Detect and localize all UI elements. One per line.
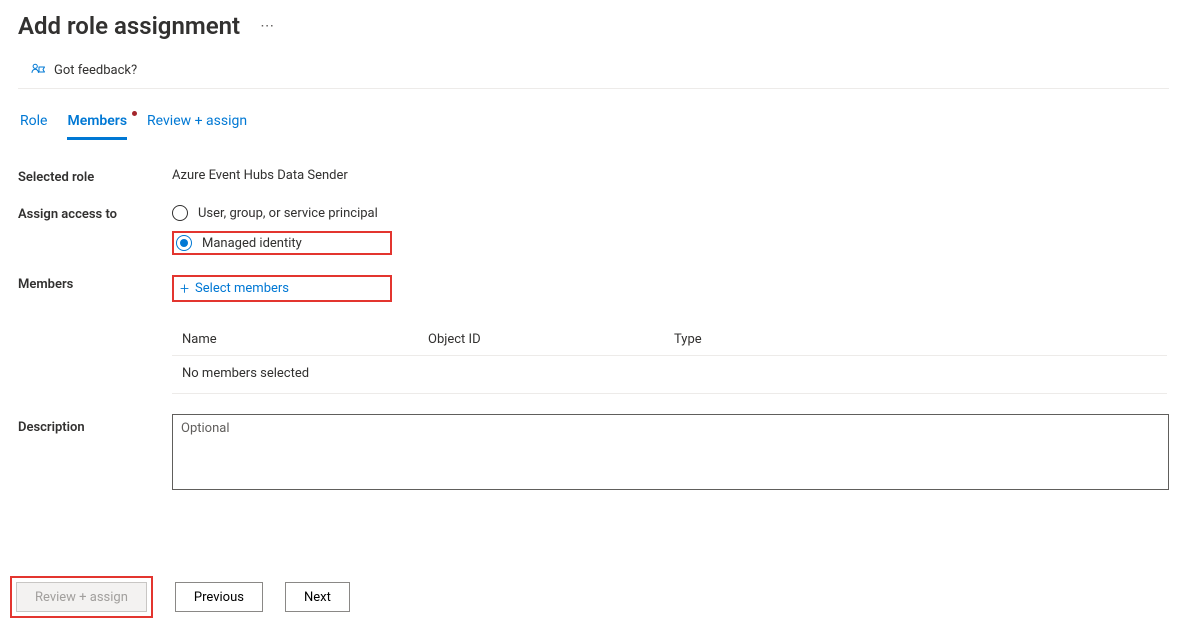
plus-icon: +: [180, 282, 189, 296]
select-members-highlight: + Select members: [172, 275, 392, 302]
radio-user-label: User, group, or service principal: [198, 206, 378, 221]
selected-role-value: Azure Event Hubs Data Sender: [172, 168, 1169, 183]
assign-access-radio-group: User, group, or service principal Manage…: [172, 205, 1169, 255]
selected-role-label: Selected role: [18, 168, 172, 185]
title-bar: Add role assignment ⋯: [18, 0, 1187, 54]
feedback-label: Got feedback?: [54, 63, 137, 78]
col-object-id: Object ID: [428, 332, 674, 347]
radio-identity-label: Managed identity: [202, 236, 302, 251]
radio-checked-icon: [176, 235, 192, 251]
feedback-link[interactable]: Got feedback?: [18, 54, 1169, 89]
members-empty-row: No members selected: [172, 356, 1167, 394]
radio-user-group-principal[interactable]: User, group, or service principal: [172, 205, 1169, 221]
radio-managed-identity-highlight: Managed identity: [172, 231, 392, 255]
select-members-link[interactable]: Select members: [195, 281, 289, 296]
next-button[interactable]: Next: [285, 582, 350, 612]
tab-members[interactable]: Members: [67, 113, 127, 140]
previous-button[interactable]: Previous: [175, 582, 263, 612]
col-name: Name: [182, 332, 428, 347]
review-assign-button[interactable]: Review + assign: [16, 582, 147, 612]
members-table: Name Object ID Type No members selected: [172, 332, 1167, 394]
tab-role[interactable]: Role: [20, 113, 47, 140]
assign-access-label: Assign access to: [18, 205, 172, 222]
radio-managed-identity[interactable]: Managed identity: [176, 235, 386, 251]
description-label: Description: [18, 414, 172, 490]
feedback-icon: [30, 62, 46, 78]
tabs: Role Members Review + assign: [18, 113, 1187, 140]
footer-actions: Review + assign Previous Next: [10, 576, 350, 618]
description-input[interactable]: [172, 414, 1169, 490]
members-table-header: Name Object ID Type: [172, 332, 1167, 356]
col-type: Type: [674, 332, 1157, 347]
tab-members-indicator-icon: [132, 111, 137, 116]
radio-unchecked-icon: [172, 205, 188, 221]
tab-review-assign[interactable]: Review + assign: [147, 113, 247, 140]
review-assign-highlight: Review + assign: [10, 576, 153, 618]
tab-members-label: Members: [67, 113, 127, 129]
more-actions-icon[interactable]: ⋯: [260, 18, 275, 34]
members-label: Members: [18, 275, 172, 292]
page-title: Add role assignment: [18, 12, 240, 40]
